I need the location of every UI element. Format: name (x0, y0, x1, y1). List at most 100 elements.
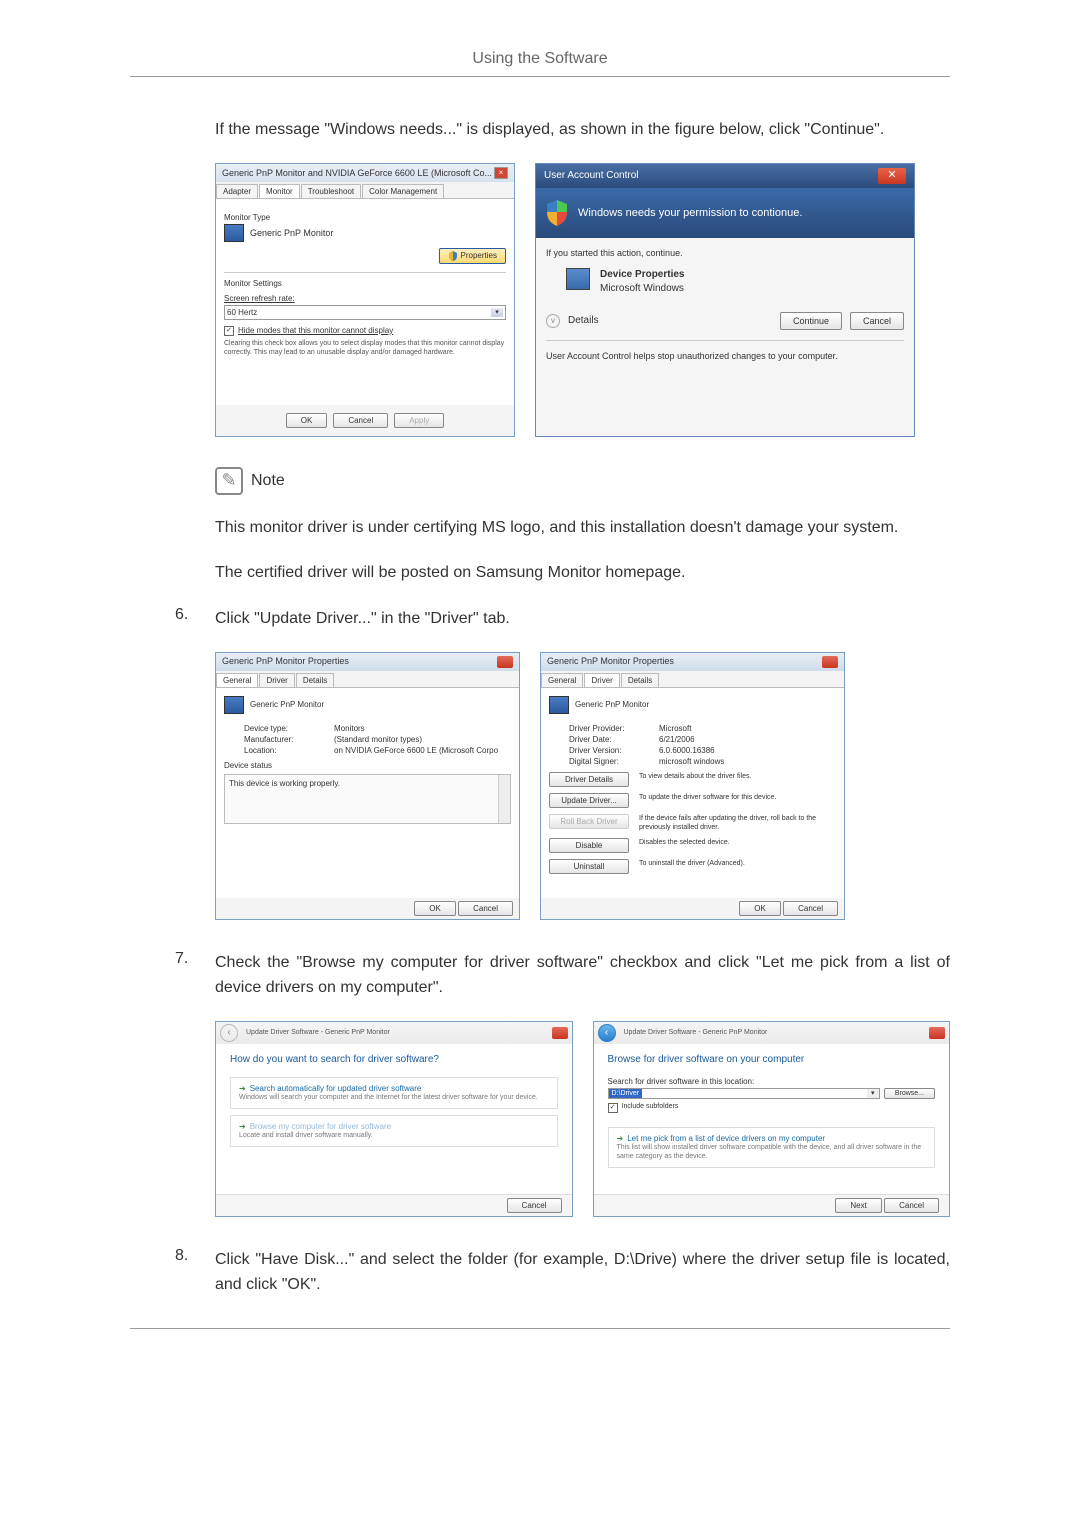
properties-general-dialog: Generic PnP Monitor Properties General D… (215, 652, 520, 920)
tab-details[interactable]: Details (621, 673, 659, 687)
driver-provider-key: Driver Provider: (569, 724, 659, 733)
wizard-titlebar: ‹ Update Driver Software - Generic PnP M… (216, 1022, 572, 1044)
cancel-button[interactable]: Cancel (884, 1198, 939, 1213)
monitor-settings-label: Monitor Settings (224, 279, 506, 288)
chevron-down-icon[interactable]: ▾ (867, 1089, 879, 1098)
properties-driver-dialog: Generic PnP Monitor Properties General D… (540, 652, 845, 920)
wizard-option-browse[interactable]: ➔Browse my computer for driver software … (230, 1115, 558, 1147)
wizard-heading: Browse for driver software on your compu… (608, 1054, 936, 1065)
include-subfolders-checkbox[interactable]: ✓ (608, 1103, 618, 1113)
browse-button[interactable]: Browse... (884, 1088, 935, 1099)
monitor-name: Generic PnP Monitor (250, 228, 333, 238)
figure-row-1: Generic PnP Monitor and NVIDIA GeForce 6… (215, 163, 950, 437)
refresh-rate-label: Screen refresh rate: (224, 294, 506, 303)
hide-modes-checkbox[interactable]: ✓ (224, 326, 234, 336)
step-6: 6. Click "Update Driver..." in the "Driv… (175, 606, 950, 632)
rollback-driver-button: Roll Back Driver (549, 814, 629, 829)
driver-details-button[interactable]: Driver Details (549, 772, 629, 787)
wizard-option-desc: This list will show installed driver sof… (617, 1143, 927, 1161)
tab-driver[interactable]: Driver (584, 673, 619, 687)
uac-started-line: If you started this action, continue. (546, 248, 904, 258)
scrollbar[interactable] (498, 775, 510, 823)
wizard-option-desc: Windows will search your computer and th… (239, 1093, 549, 1102)
cancel-button[interactable]: Cancel (333, 413, 388, 428)
refresh-rate-select[interactable]: 60 Hertz ▾ (224, 305, 506, 320)
tab-color-management[interactable]: Color Management (362, 184, 444, 198)
continue-button[interactable]: Continue (780, 312, 842, 330)
back-icon[interactable]: ‹ (598, 1024, 616, 1042)
disable-button[interactable]: Disable (549, 838, 629, 853)
location-value: on NVIDIA GeForce 6600 LE (Microsoft Cor… (334, 746, 498, 755)
monitor-icon (549, 696, 569, 714)
cancel-button[interactable]: Cancel (507, 1198, 562, 1213)
tab-details[interactable]: Details (296, 673, 334, 687)
wizard-option-auto[interactable]: ➔Search automatically for updated driver… (230, 1077, 558, 1109)
ok-button[interactable]: OK (414, 901, 456, 916)
uac-footer-text: User Account Control helps stop unauthor… (546, 351, 904, 361)
wizard-option-pick-list[interactable]: ➔Let me pick from a list of device drive… (608, 1127, 936, 1168)
device-type-value: Monitors (334, 724, 365, 733)
disable-desc: Disables the selected device. (639, 838, 730, 847)
location-input[interactable]: D:\Driver ▾ (608, 1088, 880, 1099)
chevron-down-icon[interactable]: v (546, 314, 560, 328)
uac-dialog: User Account Control ✕ Windows needs you… (535, 163, 915, 437)
location-value: D:\Driver (609, 1089, 643, 1098)
monitor-name: Generic PnP Monitor (575, 700, 649, 709)
footer-rule (130, 1328, 950, 1329)
figure-row-3: ‹ Update Driver Software - Generic PnP M… (215, 1021, 950, 1217)
intro-paragraph: If the message "Windows needs..." is dis… (215, 117, 950, 143)
tab-adapter[interactable]: Adapter (216, 184, 258, 198)
close-icon[interactable] (552, 1027, 568, 1039)
location-key: Location: (244, 746, 334, 755)
device-status-box: This device is working properly. (224, 774, 511, 824)
include-subfolders-label: Include subfolders (622, 1103, 679, 1113)
driver-provider-value: Microsoft (659, 724, 691, 733)
device-status-text: This device is working properly. (229, 779, 340, 788)
note-label: Note (251, 472, 285, 490)
update-driver-desc: To update the driver software for this d… (639, 793, 776, 802)
close-icon[interactable] (929, 1027, 945, 1039)
tab-driver[interactable]: Driver (259, 673, 294, 687)
dialog-title: Generic PnP Monitor and NVIDIA GeForce 6… (222, 168, 492, 178)
ok-button[interactable]: OK (739, 901, 781, 916)
dialog-titlebar: Generic PnP Monitor Properties (216, 653, 519, 671)
uac-details-label[interactable]: Details (568, 315, 772, 326)
apply-button: Apply (394, 413, 444, 428)
update-driver-wizard-search: ‹ Update Driver Software - Generic PnP M… (215, 1021, 573, 1217)
uninstall-button[interactable]: Uninstall (549, 859, 629, 874)
digital-signer-key: Digital Signer: (569, 757, 659, 766)
arrow-icon: ➔ (239, 1122, 246, 1131)
app-icon (566, 268, 590, 290)
tab-monitor[interactable]: Monitor (259, 184, 300, 198)
driver-version-key: Driver Version: (569, 746, 659, 755)
cancel-button[interactable]: Cancel (783, 901, 838, 916)
cancel-button[interactable]: Cancel (458, 901, 513, 916)
close-icon[interactable]: ✕ (878, 168, 906, 184)
tab-general[interactable]: General (541, 673, 583, 687)
shield-icon (546, 200, 568, 226)
tab-general[interactable]: General (216, 673, 258, 687)
next-button[interactable]: Next (835, 1198, 881, 1213)
properties-button[interactable]: Properties (439, 248, 506, 264)
step-text: Click "Have Disk..." and select the fold… (215, 1247, 950, 1298)
update-driver-button[interactable]: Update Driver... (549, 793, 629, 808)
rollback-driver-desc: If the device fails after updating the d… (639, 814, 836, 832)
digital-signer-value: microsoft windows (659, 757, 724, 766)
manufacturer-key: Manufacturer: (244, 735, 334, 744)
ok-button[interactable]: OK (286, 413, 328, 428)
cancel-button[interactable]: Cancel (850, 312, 904, 330)
monitor-type-label: Monitor Type (224, 213, 506, 222)
tab-troubleshoot[interactable]: Troubleshoot (301, 184, 361, 198)
close-icon[interactable] (497, 656, 513, 668)
dialog-titlebar: Generic PnP Monitor Properties (541, 653, 844, 671)
step-7: 7. Check the "Browse my computer for dri… (175, 950, 950, 1001)
arrow-icon: ➔ (239, 1084, 246, 1093)
page-header: Using the Software (130, 50, 950, 77)
uac-titlebar: User Account Control ✕ (536, 164, 914, 188)
close-icon[interactable]: × (494, 167, 508, 179)
driver-details-desc: To view details about the driver files. (639, 772, 751, 781)
wizard-titlebar: ‹ Update Driver Software - Generic PnP M… (594, 1022, 950, 1044)
device-type-key: Device type: (244, 724, 334, 733)
close-icon[interactable] (822, 656, 838, 668)
driver-date-value: 6/21/2006 (659, 735, 695, 744)
